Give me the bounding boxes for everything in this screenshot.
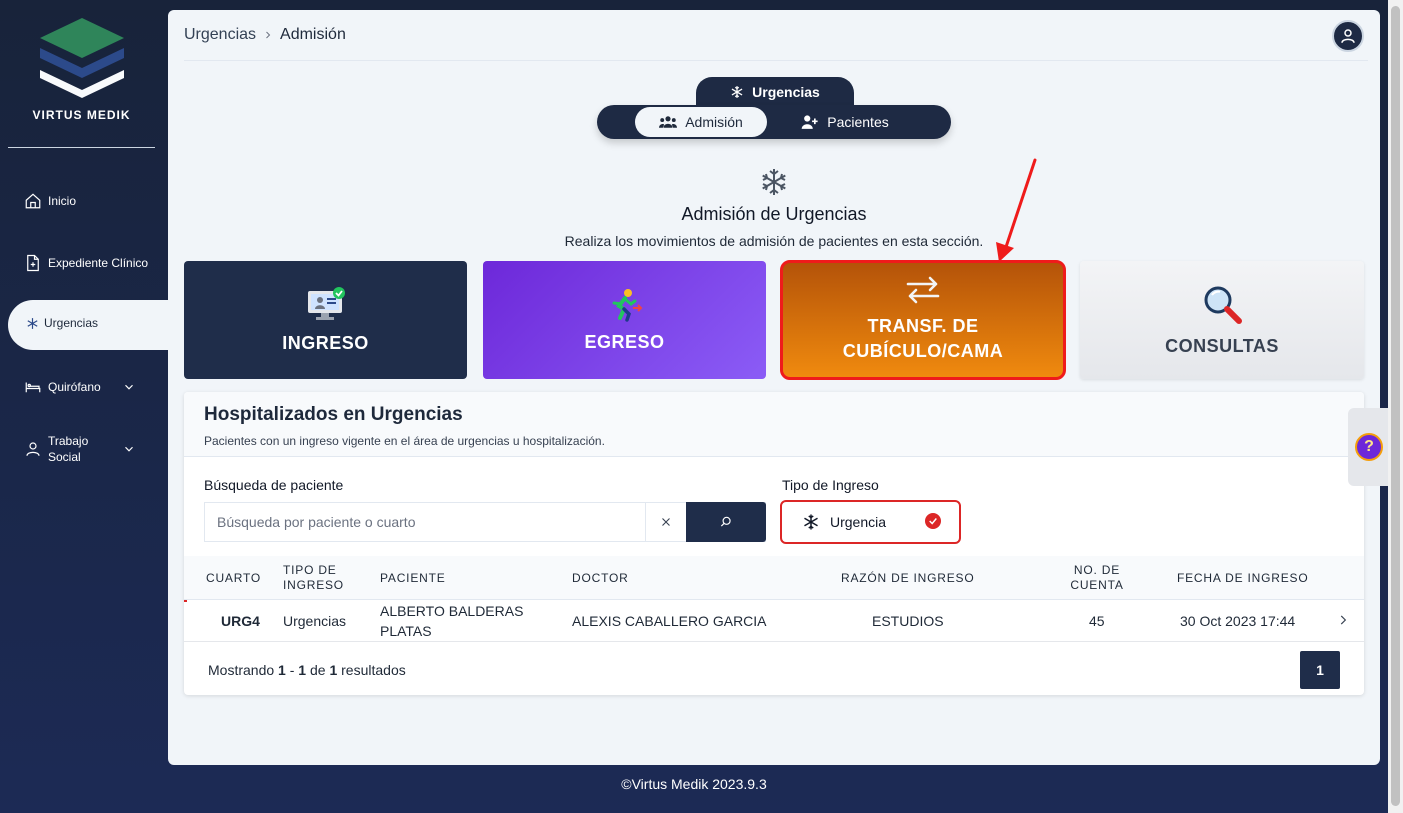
col-tipo-ingreso: TIPO DE INGRESO [283,563,344,592]
help-icon[interactable]: ? [1355,433,1383,461]
sidebar-item-label: Inicio [48,194,77,208]
col-doctor: DOCTOR [572,571,629,585]
tipo-ingreso-label: Tipo de Ingreso [782,477,879,493]
sidebar-item-inicio[interactable]: Inicio [24,192,76,210]
page-title: Admisión de Urgencias [681,204,867,224]
sidebar-item-trabajo-social[interactable]: Trabajo Social [24,433,88,465]
row-marker [184,600,187,602]
cell-razon: ESTUDIOS [872,613,944,629]
consultas-card[interactable]: CONSULTAS [1080,261,1364,379]
users-icon [659,116,678,128]
transf-label-line1: TRANSF. DE [867,316,979,336]
col-paciente: PACIENTE [380,571,446,585]
header-divider [184,60,1368,61]
panel-header: Hospitalizados en Urgencias Pacientes co… [184,392,1364,457]
chevron-down-icon[interactable] [122,380,136,394]
brand-name: VIRTUS MEDIK [32,108,131,122]
breadcrumb-admision: Admisión [280,26,346,43]
col-fecha: FECHA DE INGRESO [1177,571,1309,585]
magnifier-icon [1204,286,1242,324]
chevron-right-icon [266,31,271,39]
cell-paciente: ALBERTO BALDERAS PLATAS [380,603,524,639]
hospitalizados-panel: Hospitalizados en Urgencias Pacientes co… [184,392,1364,695]
col-cuenta: NO. DE CUENTA [1070,563,1124,592]
sidebar: VIRTUS MEDIK Inicio Expediente Clínico U… [0,0,172,813]
annotation-arrow-icon [996,158,1037,262]
tab-label: Admisión [685,114,743,130]
tab-bar: Admisión Pacientes [597,105,951,139]
tab-label: Pacientes [827,114,889,130]
sidebar-item-label: Social [48,450,81,464]
user-circle-icon [1341,29,1355,43]
table-header: CUARTO TIPO DE INGRESO PACIENTE DOCTOR RA… [184,556,1364,600]
ingreso-card[interactable]: INGRESO [184,261,467,379]
table-row[interactable]: URG4 Urgencias ALBERTO BALDERAS PLATAS AL… [184,600,1364,642]
col-razon: RAZÓN DE INGRESO [841,571,975,585]
results-summary: Mostrando 1 - 1 de 1 resultados [208,662,406,678]
check-icon [925,513,941,529]
close-icon [661,518,670,526]
cell-cuarto: URG4 [221,613,260,629]
sidebar-item-label: Quirófano [48,380,101,394]
monitor-patient-icon [307,286,345,320]
snowflake-icon [762,169,786,195]
panel-subtitle: Pacientes con un ingreso vigente en el á… [204,434,605,448]
sidebar-item-label: Urgencias [44,316,99,330]
cell-fecha: 30 Oct 2023 17:44 [1180,613,1296,629]
chevron-right-icon[interactable] [1336,613,1350,627]
sidebar-item-urgencias-label[interactable]: Urgencias [26,316,98,330]
panel-title: Hospitalizados en Urgencias [204,404,463,425]
sidebar-item-quirofano[interactable]: Quirófano [24,378,101,396]
page-subtitle: Realiza los movimientos de admisión de p… [564,233,984,249]
scrollbar-thumb[interactable] [1391,6,1400,806]
running-exit-icon [612,288,642,322]
chevron-down-icon[interactable] [122,442,136,456]
clear-search-button[interactable] [645,503,685,541]
cell-tipo: Urgencias [283,613,347,629]
consultas-label: CONSULTAS [1165,335,1279,356]
scrollbar[interactable] [1388,0,1403,813]
user-plus-icon [801,115,818,129]
tab-group-urgencias: Urgencias [696,77,854,107]
user-avatar[interactable] [1332,20,1364,52]
page-button-1[interactable]: 1 [1300,651,1340,689]
tab-pacientes[interactable]: Pacientes [779,107,911,137]
search-button[interactable] [686,502,766,542]
cell-cuenta: 45 [1089,613,1105,629]
virtus-medik-logo [40,18,124,98]
col-cuarto: CUARTO [206,571,262,585]
tab-admision[interactable]: Admisión [635,107,767,137]
user-icon [26,442,40,456]
sidebar-divider [8,147,155,148]
sidebar-item-label: Expediente Clínico [48,256,149,270]
ingreso-label: INGRESO [282,332,369,353]
cell-doctor: ALEXIS CABALLERO GARCIA [572,613,767,629]
search-icon [720,516,731,527]
sidebar-item-label: Trabajo [48,434,89,448]
tab-group-label: Urgencias [752,84,820,100]
snowflake-icon [27,317,38,329]
main-content: Urgencias Admisión Urgencias Admisión Pa… [168,10,1380,765]
snowflake-icon [731,86,743,98]
snowflake-icon [804,514,818,530]
breadcrumb-urgencias[interactable]: Urgencias [184,26,256,44]
egreso-card[interactable]: EGRESO [483,261,766,379]
tipo-ingreso-urgencia[interactable]: Urgencia [780,500,961,544]
breadcrumb: Urgencias Admisión [184,26,346,44]
file-plus-icon [27,254,39,272]
copyright: ©Virtus Medik 2023.9.3 [621,776,767,792]
search-input[interactable] [205,503,645,541]
tipo-ingreso-value: Urgencia [830,514,887,530]
transf-label-line2: CUBÍCULO/CAMA [842,341,1004,361]
home-icon [25,193,41,209]
bed-icon [25,382,41,393]
egreso-label: EGRESO [584,331,665,352]
search-label: Búsqueda de paciente [204,477,344,493]
swap-arrows-icon [906,276,940,304]
sidebar-item-expediente[interactable]: Expediente Clínico [24,254,148,272]
transf-cubiculo-card[interactable]: TRANSF. DE CUBÍCULO/CAMA [780,260,1066,380]
search-box [204,502,766,542]
